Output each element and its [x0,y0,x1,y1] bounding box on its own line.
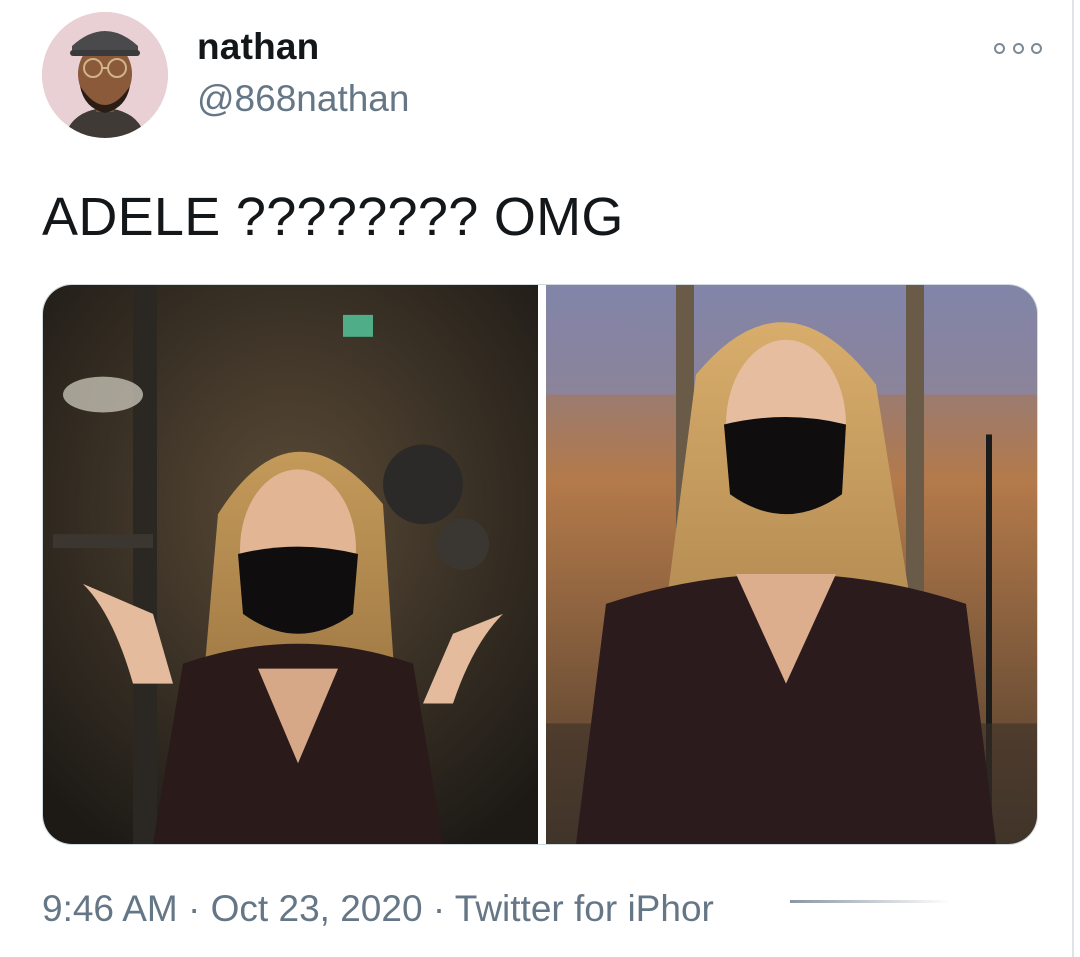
tweet-card: nathan @868nathan ADELE ???????? OMG 9:4… [0,0,1080,957]
separator: · [188,888,201,929]
dot-icon [994,42,1005,54]
photo-right[interactable] [546,285,1037,844]
avatar-image [42,12,168,138]
tweet-text: ADELE ???????? OMG [42,187,624,247]
photo-left-image [43,285,538,844]
media-grid [42,284,1038,845]
separator: · [432,888,446,929]
tweet-source[interactable]: Twitter for iPhor [455,888,714,929]
tweet-time[interactable]: 9:46 AM [42,888,178,929]
tweet-meta: 9:46 AM · Oct 23, 2020 · Twitter for iPh… [42,888,950,930]
avatar[interactable] [42,12,168,138]
divider [1072,0,1074,957]
user-handle[interactable]: @868nathan [197,78,409,120]
photo-left[interactable] [43,285,538,844]
dot-icon [1012,42,1024,54]
photo-right-image [546,285,1037,844]
display-name[interactable]: nathan [197,26,319,68]
dot-icon [1031,42,1042,54]
more-options-icon[interactable] [994,36,1042,60]
tweet-date[interactable]: Oct 23, 2020 [211,888,423,929]
fade-line [790,900,950,903]
